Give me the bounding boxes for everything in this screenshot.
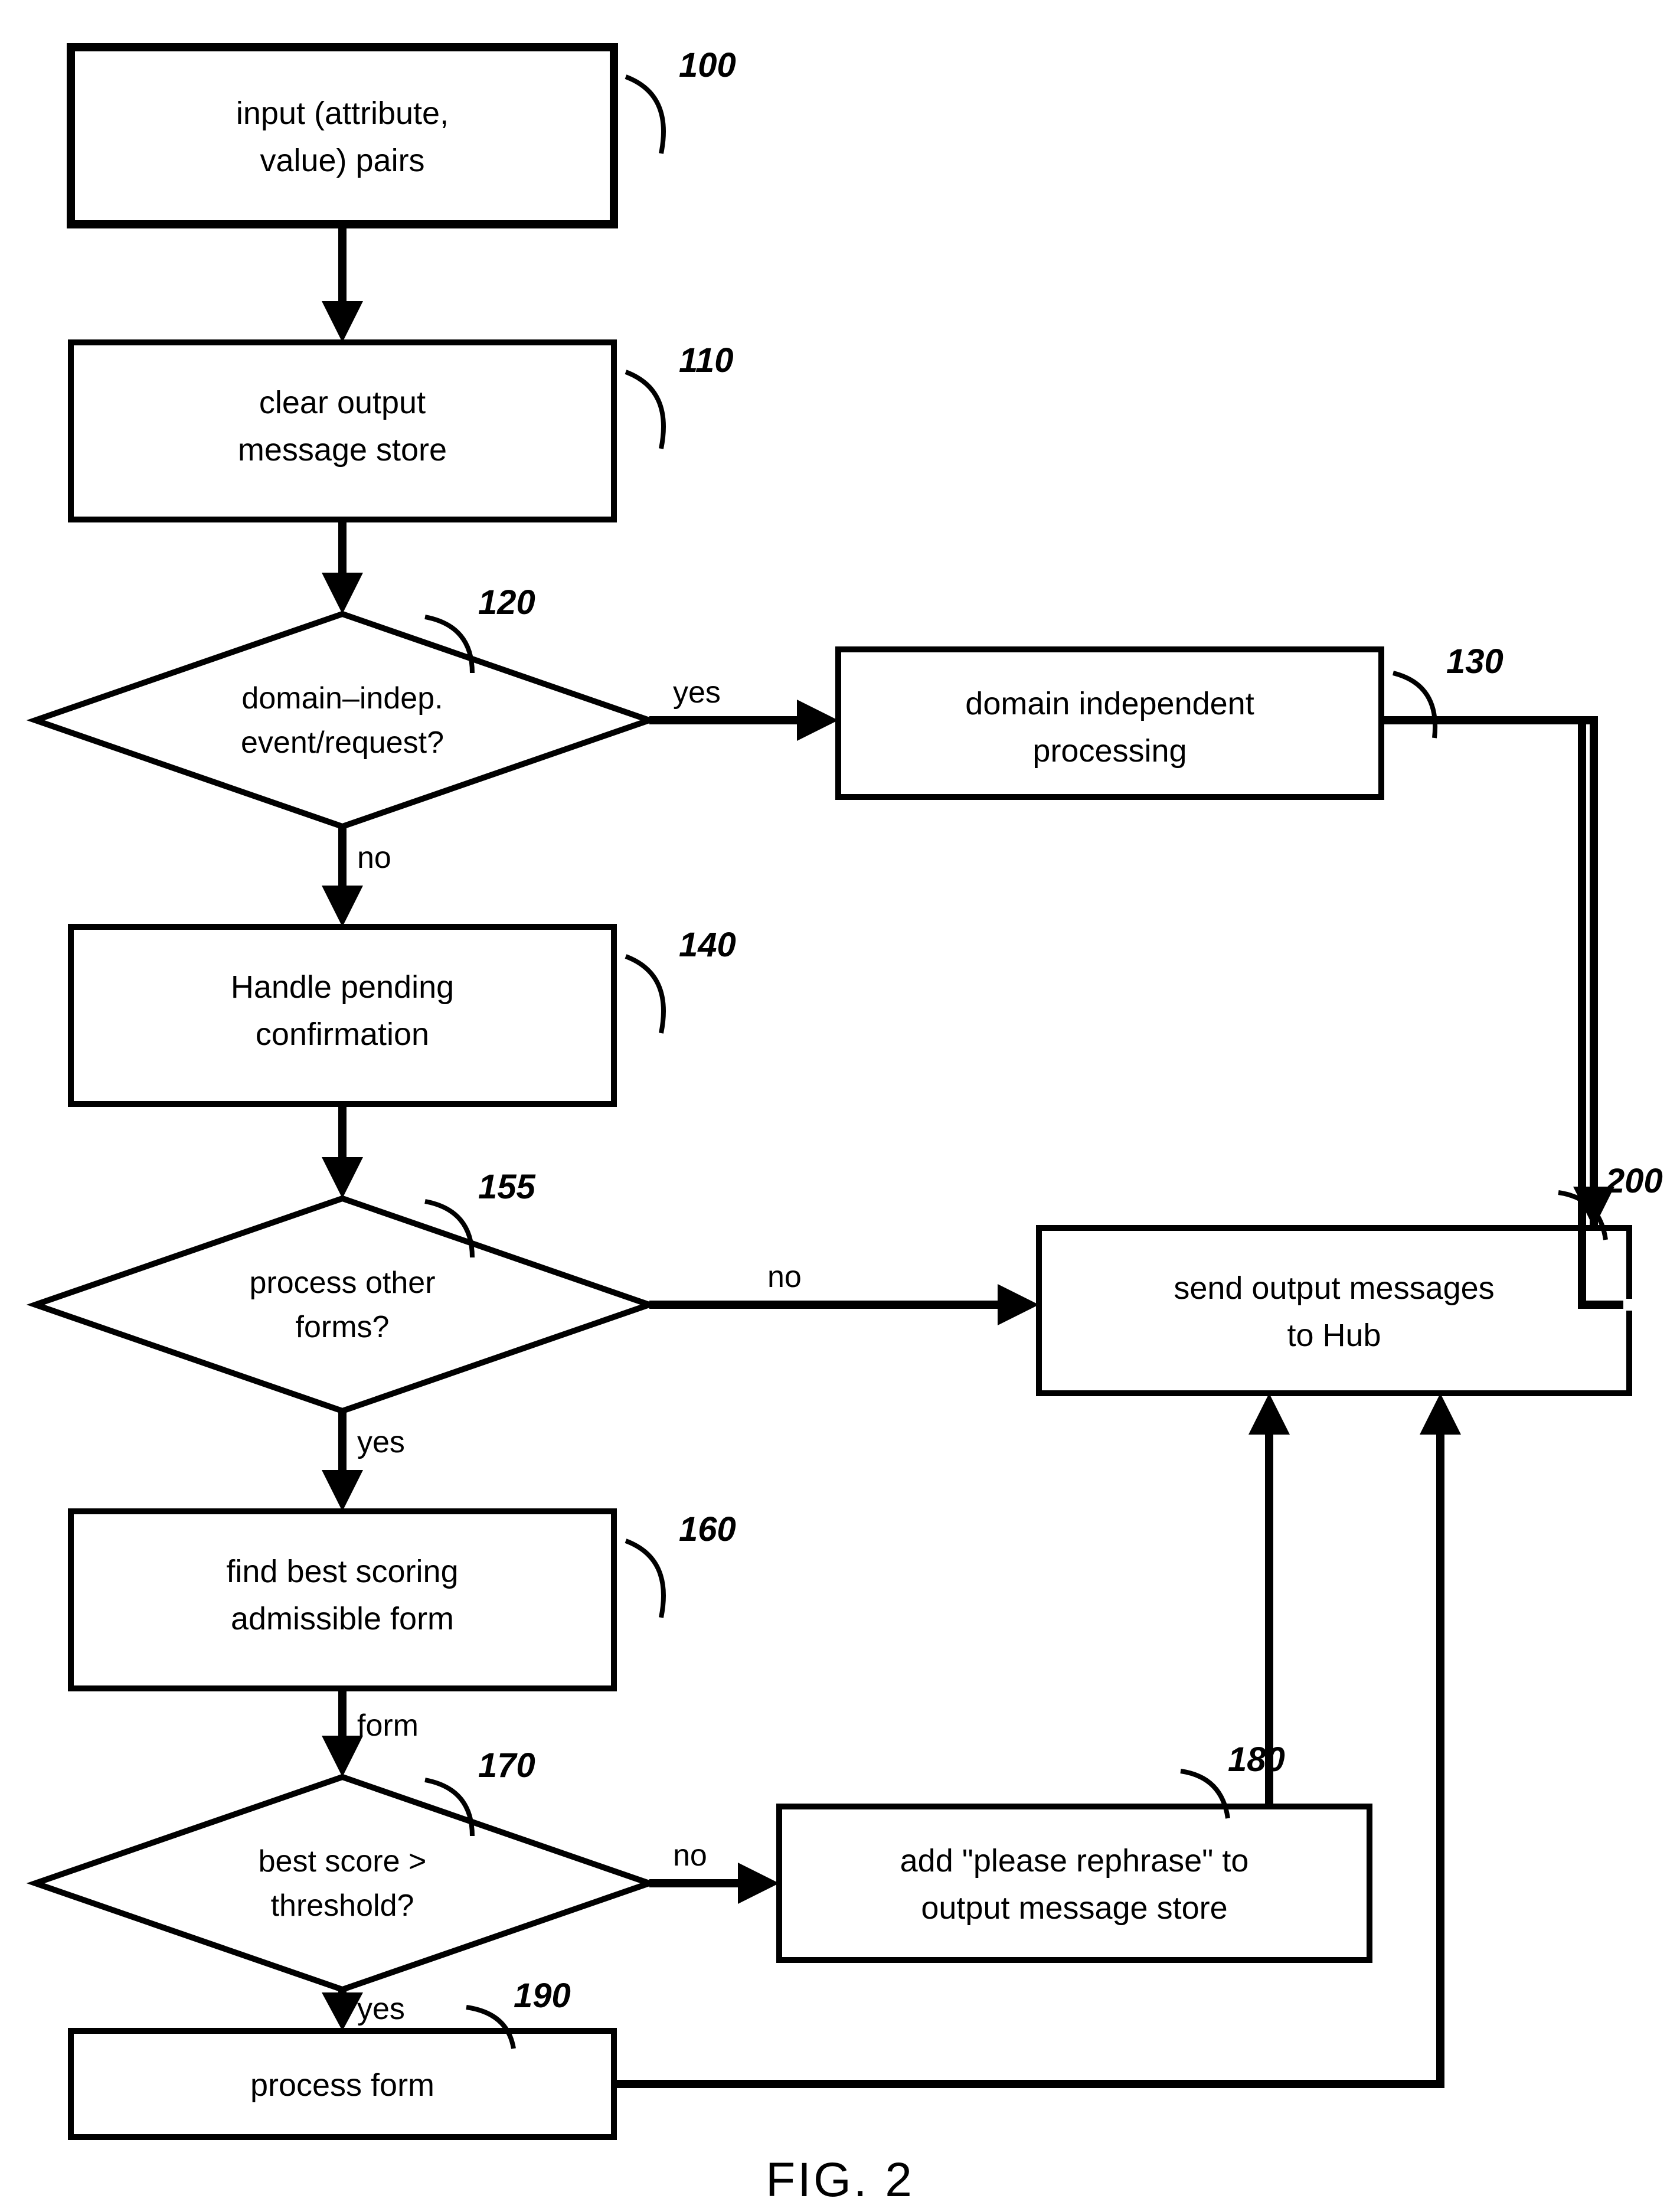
edge-label-120-no: no xyxy=(357,841,391,875)
edge-120-yes-130: yes xyxy=(649,675,838,741)
node-process-other-forms-line2: forms? xyxy=(296,1310,390,1344)
node-domain-indep-line1: domain–indep. xyxy=(241,681,443,716)
node-handle-pending-line2: confirmation xyxy=(256,1017,429,1052)
ref-110: 110 xyxy=(679,341,733,380)
edge-label-170-no: no xyxy=(673,1838,707,1873)
edge-160-170: form xyxy=(322,1688,419,1777)
node-domain-indep-processing-line1: domain independent xyxy=(965,686,1254,721)
node-find-best-form-line2: admissible form xyxy=(231,1601,454,1636)
node-threshold-line2: threshold? xyxy=(271,1889,414,1923)
ref-130: 130 xyxy=(1446,642,1503,681)
figure-label: FIG. 2 xyxy=(766,2153,914,2205)
edge-155-no-200: no xyxy=(649,1260,1039,1325)
edge-label-155-no: no xyxy=(767,1260,802,1294)
node-handle-pending-line1: Handle pending xyxy=(231,969,454,1005)
node-handle-pending: Handle pending confirmation xyxy=(71,927,614,1104)
node-please-rephrase-line1: add "please rephrase" to xyxy=(900,1843,1249,1879)
edge-190-200 xyxy=(614,1393,1461,2084)
node-clear-output: clear output message store xyxy=(71,342,614,520)
ref-190: 190 xyxy=(514,1977,571,2015)
ref-160: 160 xyxy=(679,1510,736,1549)
node-clear-output-line2: message store xyxy=(238,432,447,468)
node-input-pairs-line2: value) pairs xyxy=(260,143,424,178)
node-process-form-line1: process form xyxy=(250,2067,434,2103)
edge-170-yes-190: yes xyxy=(322,1990,405,2031)
edge-140-155 xyxy=(322,1104,363,1198)
node-domain-indep-processing-line2: processing xyxy=(1032,733,1187,769)
node-input-pairs: input (attribute, value) pairs xyxy=(71,47,614,224)
node-process-other-forms-decision: process other forms? xyxy=(35,1198,649,1411)
node-process-other-forms-line1: process other xyxy=(249,1266,435,1300)
edge-label-160-form: form xyxy=(357,1709,419,1743)
ref-120: 120 xyxy=(478,583,535,622)
node-send-output-hub: send output messages to Hub xyxy=(1039,1228,1629,1393)
node-find-best-form-line1: find best scoring xyxy=(226,1554,458,1589)
node-domain-indep-decision: domain–indep. event/request? xyxy=(35,614,649,827)
node-threshold-decision: best score > threshold? xyxy=(35,1777,649,1990)
node-send-output-hub-line2: to Hub xyxy=(1287,1318,1381,1353)
node-input-pairs-line1: input (attribute, xyxy=(236,96,449,131)
edge-170-no-180: no xyxy=(649,1838,779,1904)
edge-100-110 xyxy=(322,224,363,342)
ref-180: 180 xyxy=(1228,1740,1285,1779)
ref-100: 100 xyxy=(679,46,736,84)
edge-110-120 xyxy=(322,520,363,614)
node-domain-indep-processing: domain independent processing xyxy=(838,649,1381,797)
edge-120-no-140: no xyxy=(322,827,391,927)
ref-140: 140 xyxy=(679,926,736,964)
node-please-rephrase: add "please rephrase" to output message … xyxy=(779,1807,1370,1960)
node-domain-indep-line2: event/request? xyxy=(241,726,444,760)
node-clear-output-line1: clear output xyxy=(259,385,426,420)
ref-170: 170 xyxy=(478,1746,535,1785)
node-find-best-form: find best scoring admissible form xyxy=(71,1511,614,1688)
ref-200: 200 xyxy=(1605,1162,1663,1200)
edge-label-170-yes: yes xyxy=(357,1992,405,2026)
node-threshold-line1: best score > xyxy=(259,1844,427,1879)
edge-label-155-yes: yes xyxy=(357,1425,405,1459)
ref-155: 155 xyxy=(478,1168,536,1206)
node-process-form: process form xyxy=(71,2031,614,2137)
edge-155-yes-160: yes xyxy=(322,1411,405,1511)
node-please-rephrase-line2: output message store xyxy=(921,1890,1227,1926)
edge-label-120-yes: yes xyxy=(673,675,721,710)
node-send-output-hub-line1: send output messages xyxy=(1174,1270,1494,1306)
